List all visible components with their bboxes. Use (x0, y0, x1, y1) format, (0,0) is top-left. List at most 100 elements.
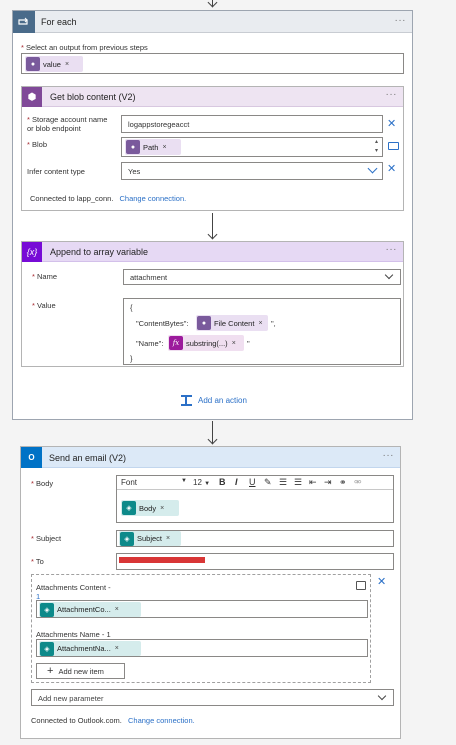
more-options-icon[interactable]: ··· (386, 244, 398, 255)
add-new-parameter-select[interactable]: Add new parameter (31, 689, 394, 706)
infer-label: Infer content type (27, 167, 85, 176)
select-output-field[interactable]: ● value × (21, 53, 404, 74)
add-action-button[interactable]: Add an action (181, 395, 247, 406)
loop-icon (13, 11, 35, 33)
value-editor[interactable]: { "ContentBytes": ● File Content × ", "N… (123, 298, 401, 365)
add-new-item-label: Add new item (58, 666, 104, 676)
append-variable-header[interactable]: {x} Append to array variable ··· (22, 242, 403, 262)
storage-account-field[interactable]: logappstoregeacct (121, 115, 383, 133)
switch-to-array-icon[interactable] (356, 581, 366, 590)
add-new-item-button[interactable]: + Add new item (36, 663, 125, 679)
storage-account-value: logappstoregeacct (128, 120, 190, 129)
append-variable-title: Append to array variable (50, 247, 149, 257)
to-label: * To (31, 557, 44, 566)
more-options-icon[interactable]: ··· (383, 450, 395, 461)
to-field[interactable] (116, 553, 394, 570)
redacted-email (119, 557, 205, 563)
path-token[interactable]: ● Path × (125, 139, 181, 155)
body-label: * Body (31, 479, 54, 488)
folder-icon[interactable] (388, 142, 399, 150)
arrow-down-icon (207, 229, 218, 240)
outlook-connection-text: Connected to Outlook.com. Change connect… (31, 716, 195, 725)
increase-indent-icon[interactable]: ⇥ (324, 477, 332, 488)
append-variable-card: {x} Append to array variable ··· * Name … (21, 241, 404, 367)
blob-field[interactable]: ● Path × ▴ ▾ (121, 137, 383, 157)
font-size-select[interactable]: 12 ▼ (193, 478, 210, 487)
blob-label: * Blob (27, 140, 48, 149)
clear-icon[interactable]: ✕ (387, 117, 396, 130)
unlink-icon[interactable]: ⚮ (354, 477, 362, 488)
remove-token-icon[interactable]: × (115, 645, 119, 652)
link-icon[interactable]: ⚭ (339, 477, 347, 488)
file-content-token-label: File Content (214, 318, 255, 328)
format-toolbar: Font ▼ 12 ▼ B I U ✎ ☰ ☰ ⇤ ⇥ ⚭ ⚮ (117, 476, 393, 490)
caret-down-icon: ▼ (181, 478, 187, 484)
substring-token-label: substring(...) (186, 338, 228, 348)
bold-icon[interactable]: B (219, 477, 226, 487)
outlook-trigger-icon: ◈ (122, 501, 136, 515)
remove-token-icon[interactable]: × (115, 606, 119, 613)
italic-icon[interactable]: I (235, 477, 238, 487)
decrease-indent-icon[interactable]: ⇤ (309, 477, 317, 488)
remove-token-icon[interactable]: × (65, 61, 69, 68)
bulleted-list-icon[interactable]: ☰ (279, 477, 287, 488)
foreach-header[interactable]: For each ··· (13, 11, 412, 33)
subject-label: * Subject (31, 534, 62, 543)
outlook-trigger-icon: ◈ (40, 602, 54, 617)
variable-name-select[interactable]: attachment (123, 269, 401, 285)
name-label: * Name (32, 272, 58, 281)
subject-field[interactable]: ◈ Subject × (116, 530, 394, 547)
underline-icon[interactable]: U (249, 477, 256, 487)
value-token-label: value (43, 59, 61, 69)
body-token[interactable]: ◈ Body × (121, 500, 179, 516)
remove-token-icon[interactable]: × (160, 505, 164, 512)
arrow-down-icon (207, 434, 218, 445)
body-editor[interactable]: Font ▼ 12 ▼ B I U ✎ ☰ ☰ ⇤ ⇥ ⚭ ⚮ ◈ Body × (116, 475, 394, 523)
quote-comma: ", (271, 319, 276, 328)
attachments-content-field[interactable]: ◈ AttachmentCo... × (36, 600, 368, 618)
blob-storage-icon: ⬢ (22, 87, 42, 107)
remove-token-icon[interactable]: × (162, 144, 166, 151)
attachments-group: Attachments Content - 1 ◈ AttachmentCo..… (31, 574, 371, 683)
chevron-down-icon (384, 270, 394, 280)
numbered-list-icon[interactable]: ☰ (294, 477, 302, 488)
infer-content-type-select[interactable]: Yes (121, 162, 383, 180)
foreach-container: For each ··· * Select an output from pre… (12, 10, 413, 420)
send-email-title: Send an email (V2) (49, 453, 127, 463)
remove-parameter-icon[interactable]: ✕ (387, 162, 396, 175)
attachment-content-token[interactable]: ◈ AttachmentCo... × (39, 602, 141, 617)
get-blob-title: Get blob content (V2) (50, 92, 136, 102)
change-connection-link[interactable]: Change connection. (128, 716, 195, 725)
remove-token-icon[interactable]: × (166, 535, 170, 542)
outlook-icon: O (21, 447, 42, 468)
body-token-label: Body (139, 503, 157, 513)
remove-attachments-icon[interactable]: ✕ (377, 575, 386, 588)
attachments-content-label: Attachments Content - 1 (36, 583, 111, 601)
highlight-icon[interactable]: ✎ (264, 477, 272, 488)
change-connection-link[interactable]: Change connection. (120, 194, 187, 203)
more-options-icon[interactable]: ··· (386, 89, 398, 100)
blob-connection-text: Connected to lapp_conn. Change connectio… (30, 194, 187, 203)
add-new-parameter-placeholder: Add new parameter (38, 694, 104, 703)
attachments-name-field[interactable]: ◈ AttachmentNa... × (36, 639, 368, 657)
variable-name-value: attachment (130, 273, 168, 282)
scroll-arrows-icon[interactable]: ▴ ▾ (375, 138, 378, 156)
infer-value: Yes (128, 167, 141, 176)
font-select[interactable]: Font ▼ (121, 478, 187, 487)
send-email-card: O Send an email (V2) ··· * Body Font ▼ 1… (20, 446, 401, 739)
substring-token[interactable]: fx substring(...) × (168, 335, 244, 351)
variable-icon: {x} (22, 242, 42, 262)
send-email-header[interactable]: O Send an email (V2) ··· (21, 447, 400, 468)
remove-token-icon[interactable]: × (232, 340, 236, 347)
remove-token-icon[interactable]: × (258, 320, 262, 327)
get-blob-header[interactable]: ⬢ Get blob content (V2) ··· (22, 87, 403, 107)
chevron-down-icon (377, 691, 387, 701)
blob-icon: ● (126, 140, 140, 154)
subject-token[interactable]: ◈ Subject × (119, 531, 181, 546)
value-token[interactable]: ● value × (25, 56, 83, 72)
file-content-token[interactable]: ● File Content × (196, 315, 268, 331)
more-options-icon[interactable]: ··· (395, 15, 407, 26)
attachment-name-token[interactable]: ◈ AttachmentNa... × (39, 641, 141, 656)
foreach-title: For each (41, 17, 77, 27)
attachment-content-token-label: AttachmentCo... (57, 605, 111, 614)
